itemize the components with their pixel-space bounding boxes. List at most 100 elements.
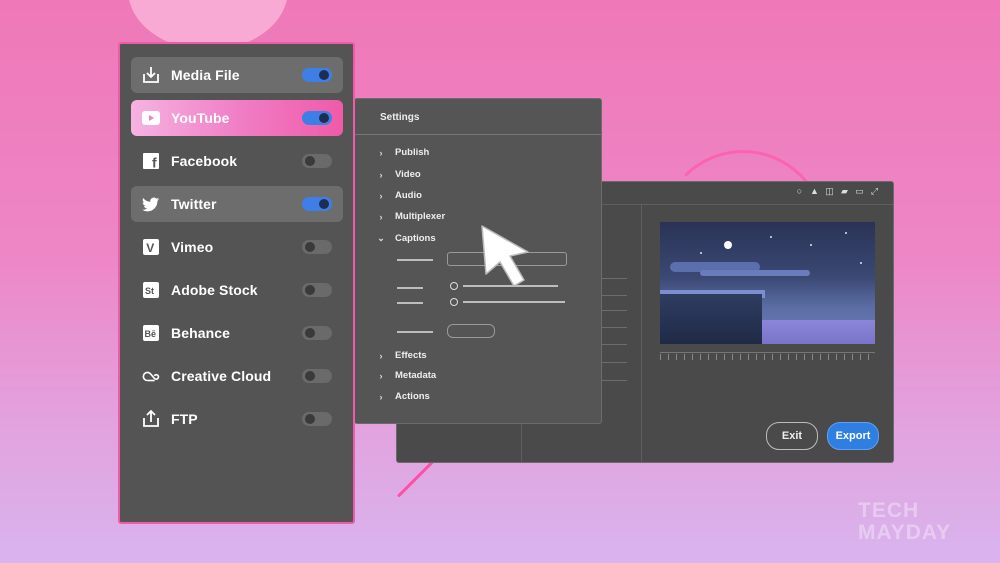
cursor-arrow-icon [481, 225, 529, 287]
chevron-down-icon: ⌄ [377, 233, 385, 243]
media-file-toggle[interactable] [302, 68, 332, 82]
section-publish[interactable]: › Publish [377, 147, 430, 158]
section-captions[interactable]: ⌄ Captions [377, 233, 436, 244]
watermark-line: TECH [858, 499, 920, 522]
column-divider [641, 204, 642, 462]
facebook-toggle[interactable] [302, 154, 332, 168]
vimeo-icon: V [142, 238, 160, 256]
export-button[interactable]: Export [827, 422, 879, 450]
video-preview [660, 222, 875, 344]
caption-field-label [397, 287, 423, 289]
section-effects[interactable]: › Effects [377, 350, 427, 361]
destination-label: Twitter [171, 196, 217, 212]
section-label: Effects [395, 350, 427, 361]
destination-twitter[interactable]: Twitter [131, 186, 343, 222]
chevron-right-icon: › [379, 169, 383, 180]
destination-facebook[interactable]: f Facebook [131, 143, 343, 179]
watermark-line: MAYDAY [858, 521, 952, 544]
section-audio[interactable]: › Audio [377, 190, 422, 201]
circle-icon[interactable]: ○ [795, 187, 804, 196]
caption-field-label [397, 331, 433, 333]
comment-icon[interactable]: ▰ [840, 187, 849, 196]
svg-text:St: St [145, 286, 154, 296]
share-icon[interactable]: ◫ [825, 187, 834, 196]
facebook-icon: f [142, 152, 160, 170]
twitter-icon [142, 195, 160, 213]
chevron-right-icon: › [379, 370, 383, 381]
section-label: Actions [395, 391, 430, 402]
settings-divider [355, 134, 601, 135]
moon [724, 241, 732, 249]
star [810, 244, 812, 246]
destination-label: Creative Cloud [171, 368, 272, 384]
caption-field-label [397, 259, 433, 261]
cliff [660, 294, 762, 344]
behance-toggle[interactable] [302, 326, 332, 340]
destination-adobe-stock[interactable]: St Adobe Stock [131, 272, 343, 308]
section-actions[interactable]: › Actions [377, 391, 430, 402]
section-label: Audio [395, 190, 422, 201]
destination-label: Behance [171, 325, 231, 341]
section-metadata[interactable]: › Metadata [377, 370, 437, 381]
expand-icon[interactable]: ⤢ [870, 187, 879, 196]
section-label: Publish [395, 147, 430, 158]
section-label: Captions [395, 233, 436, 244]
destination-label: Vimeo [171, 239, 214, 255]
destinations-sidebar: Media File YouTube f Facebook Twitter V … [118, 42, 355, 524]
timeline-ticks [660, 354, 875, 360]
star [860, 262, 862, 264]
section-label: Metadata [395, 370, 437, 381]
caption-radio[interactable] [450, 298, 458, 306]
destination-label: Facebook [171, 153, 238, 169]
destination-label: YouTube [171, 110, 230, 126]
caption-field-label [397, 302, 423, 304]
youtube-toggle[interactable] [302, 111, 332, 125]
section-multiplexer[interactable]: › Multiplexer [377, 211, 446, 222]
adobe-stock-icon: St [142, 281, 160, 299]
destination-label: Media File [171, 67, 240, 83]
star [700, 252, 702, 254]
adobe-stock-toggle[interactable] [302, 283, 332, 297]
caption-radio[interactable] [450, 282, 458, 290]
svg-text:V: V [146, 241, 154, 255]
svg-text:f: f [152, 155, 157, 170]
creative-cloud-icon [142, 367, 160, 385]
destination-behance[interactable]: Bē Behance [131, 315, 343, 351]
chevron-right-icon: › [379, 350, 383, 361]
window-toolbar: ○ ▲ ◫ ▰ ▭ ⤢ [795, 187, 879, 196]
watermark: TECH MAYDAY [858, 500, 988, 544]
upload-icon [142, 410, 160, 428]
section-label: Multiplexer [395, 211, 446, 222]
download-icon [142, 66, 160, 84]
chevron-right-icon: › [379, 190, 383, 201]
ftp-toggle[interactable] [302, 412, 332, 426]
star [845, 232, 847, 234]
settings-title: Settings [380, 112, 420, 123]
section-label: Video [395, 169, 421, 180]
chevron-right-icon: › [379, 147, 383, 158]
section-video[interactable]: › Video [377, 169, 421, 180]
star [770, 236, 772, 238]
timeline[interactable] [660, 352, 875, 353]
twitter-toggle[interactable] [302, 197, 332, 211]
destination-vimeo[interactable]: V Vimeo [131, 229, 343, 265]
chevron-right-icon: › [379, 391, 383, 402]
behance-icon: Bē [142, 324, 160, 342]
caption-button[interactable] [447, 324, 495, 338]
window-icon[interactable]: ▭ [855, 187, 864, 196]
vimeo-toggle[interactable] [302, 240, 332, 254]
chevron-right-icon: › [379, 211, 383, 222]
svg-text:Bē: Bē [145, 329, 157, 339]
destination-label: Adobe Stock [171, 282, 258, 298]
exit-button[interactable]: Exit [766, 422, 818, 450]
destination-ftp[interactable]: FTP [131, 401, 343, 437]
caption-option-label [463, 301, 565, 303]
warning-icon[interactable]: ▲ [810, 187, 819, 196]
youtube-icon [142, 109, 160, 127]
destination-youtube[interactable]: YouTube [131, 100, 343, 136]
destination-creative-cloud[interactable]: Creative Cloud [131, 358, 343, 394]
cloud [700, 270, 810, 276]
creative-cloud-toggle[interactable] [302, 369, 332, 383]
destination-media-file[interactable]: Media File [131, 57, 343, 93]
destination-label: FTP [171, 411, 198, 427]
